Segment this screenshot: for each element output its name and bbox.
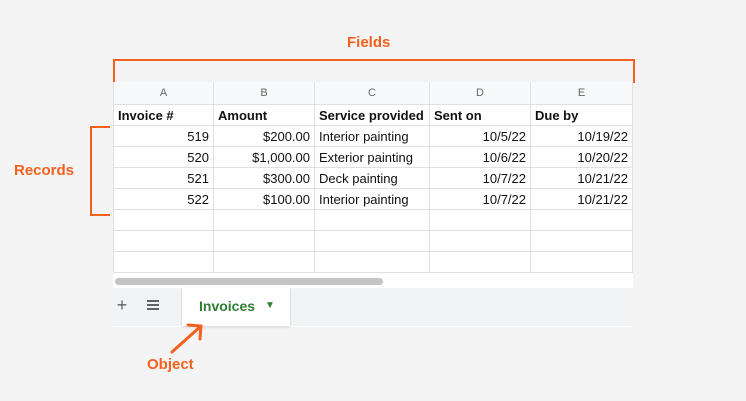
cell[interactable]: $1,000.00 (213, 146, 315, 168)
list-icon[interactable] (142, 294, 164, 316)
cell[interactable]: 10/21/22 (530, 188, 633, 210)
cell[interactable] (314, 230, 430, 252)
records-callout-label: Records (14, 162, 75, 179)
cell[interactable] (113, 209, 214, 231)
caret-down-icon[interactable]: ▼ (265, 300, 275, 311)
empty-row (113, 251, 633, 273)
cell[interactable]: 520 (113, 146, 214, 168)
cell[interactable]: 10/20/22 (530, 146, 633, 168)
cell[interactable]: 10/19/22 (530, 125, 633, 147)
plus-icon[interactable]: + (111, 294, 133, 316)
cell[interactable] (429, 209, 531, 231)
cell[interactable] (314, 251, 430, 273)
scrollbar-thumb[interactable] (115, 278, 383, 285)
cell[interactable]: 10/21/22 (530, 167, 633, 189)
record-row: 519 $200.00 Interior painting 10/5/22 10… (113, 125, 633, 147)
object-callout-label: Object (147, 356, 194, 373)
cell[interactable]: 522 (113, 188, 214, 210)
empty-row (113, 230, 633, 252)
cell[interactable] (113, 230, 214, 252)
cell[interactable]: 10/7/22 (429, 167, 531, 189)
record-row: 522 $100.00 Interior painting 10/7/22 10… (113, 188, 633, 210)
record-row: 520 $1,000.00 Exterior painting 10/6/22 … (113, 146, 633, 168)
cell[interactable] (314, 209, 430, 231)
cell[interactable]: 519 (113, 125, 214, 147)
field-cell[interactable]: Due by (530, 104, 633, 126)
cell[interactable] (113, 251, 214, 273)
records-bracket (90, 126, 110, 216)
cell[interactable]: Deck painting (314, 167, 430, 189)
cell[interactable] (213, 251, 315, 273)
cell[interactable]: Exterior painting (314, 146, 430, 168)
arrow-icon (170, 323, 203, 354)
cell[interactable]: 10/7/22 (429, 188, 531, 210)
field-cell[interactable]: Amount (213, 104, 315, 126)
cell[interactable] (213, 209, 315, 231)
cell[interactable]: Interior painting (314, 125, 430, 147)
cell[interactable]: $200.00 (213, 125, 315, 147)
column-header-b[interactable]: B (213, 82, 315, 105)
fields-bracket (113, 59, 635, 83)
field-cell[interactable]: Sent on (429, 104, 531, 126)
cell[interactable]: 521 (113, 167, 214, 189)
horizontal-scrollbar[interactable] (113, 276, 633, 286)
field-cell[interactable]: Service provided (314, 104, 430, 126)
column-header-a[interactable]: A (113, 82, 214, 105)
cell[interactable]: $300.00 (213, 167, 315, 189)
cell[interactable] (530, 251, 633, 273)
cell[interactable]: Interior painting (314, 188, 430, 210)
column-header-c[interactable]: C (314, 82, 430, 105)
cell[interactable]: 10/6/22 (429, 146, 531, 168)
cell[interactable] (530, 209, 633, 231)
cell[interactable]: 10/5/22 (429, 125, 531, 147)
sheet-tab-label: Invoices (199, 298, 256, 314)
cell[interactable] (213, 230, 315, 252)
column-header-d[interactable]: D (429, 82, 531, 105)
cell[interactable] (429, 251, 531, 273)
column-header-e[interactable]: E (530, 82, 633, 105)
cell[interactable] (429, 230, 531, 252)
empty-row (113, 209, 633, 231)
cell[interactable]: $100.00 (213, 188, 315, 210)
field-cell[interactable]: Invoice # (113, 104, 214, 126)
record-row: 521 $300.00 Deck painting 10/7/22 10/21/… (113, 167, 633, 189)
field-row: Invoice # Amount Service provided Sent o… (113, 104, 633, 126)
cell[interactable] (530, 230, 633, 252)
fields-callout-label: Fields (347, 34, 391, 51)
